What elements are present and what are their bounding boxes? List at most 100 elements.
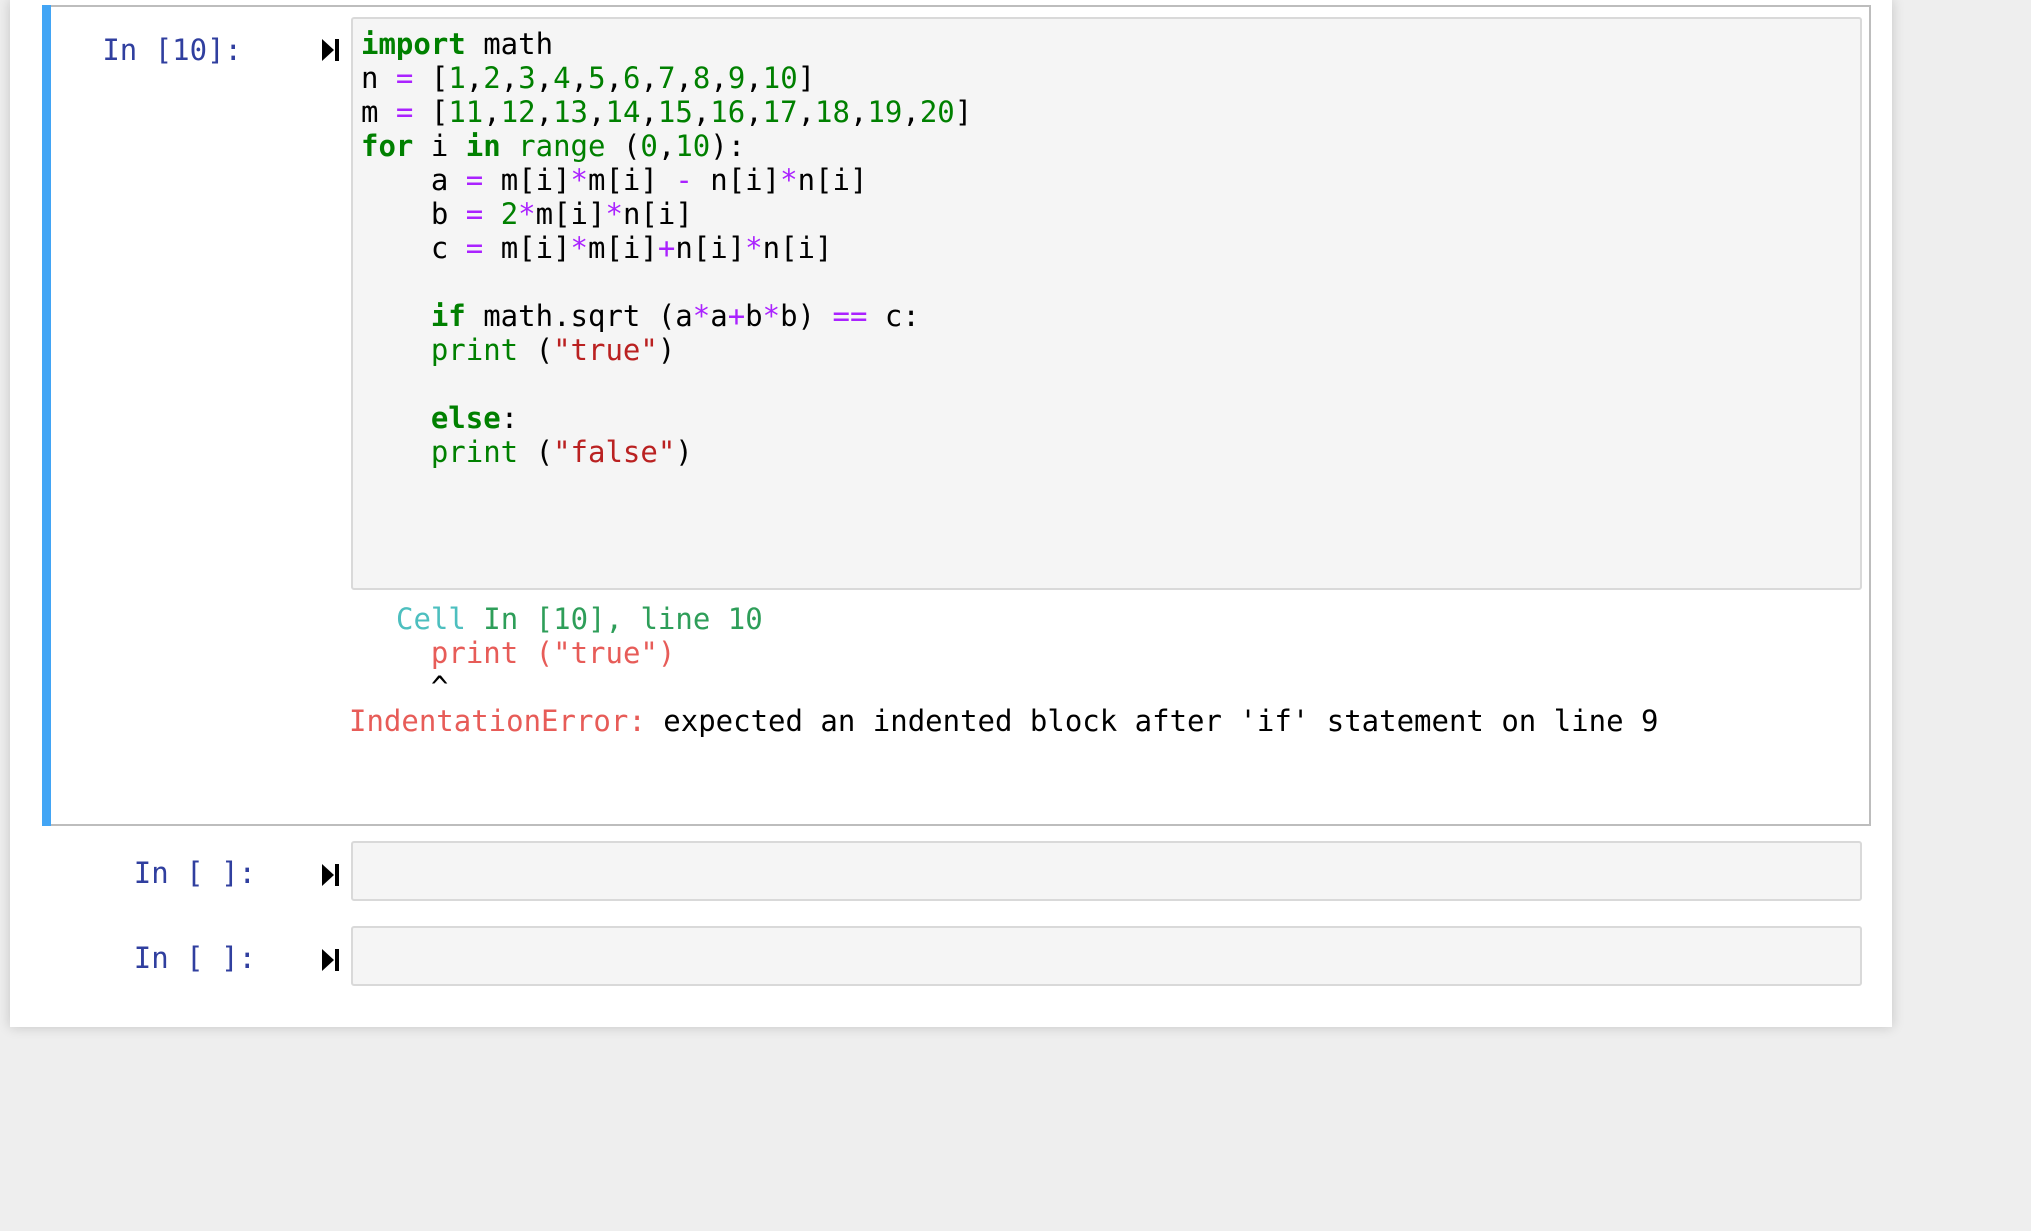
notebook-container: In [10]: import math n = [1,2,3,4,5,6,7,… (10, 0, 1892, 1027)
run-cell-icon[interactable] (320, 862, 342, 888)
code-editor[interactable]: import math n = [1,2,3,4,5,6,7,8,9,10] m… (351, 17, 1862, 590)
code-editor[interactable] (351, 841, 1862, 901)
code-line: a = m[i]*m[i] - n[i]*n[i] (361, 163, 868, 197)
code-token: + (727, 299, 746, 333)
code-token: = (395, 61, 414, 95)
traceback-caret: ^ (396, 670, 449, 704)
code-line: if math.sqrt (a*a+b*b) == c: (361, 299, 920, 333)
code-token: "true" (553, 333, 658, 367)
code-token: , (605, 61, 623, 95)
traceback-cell-label: Cell (396, 602, 466, 636)
code-token: 16 (710, 95, 746, 129)
code-token: m[i] (483, 231, 571, 265)
code-line: m = [11,12,13,14,15,16,17,18,19,20] (361, 95, 972, 129)
code-token: for (361, 129, 414, 163)
code-token: 5 (588, 61, 606, 95)
traceback-line-ref: In [10], line 10 (465, 602, 763, 636)
code-token: in (465, 129, 501, 163)
code-token: n[i] (692, 163, 781, 197)
code-token: 10 (762, 61, 798, 95)
code-token: , (657, 129, 676, 163)
code-token: , (710, 61, 728, 95)
code-token: ): (710, 129, 746, 163)
code-token: c: (867, 299, 920, 333)
code-token: ( (518, 435, 554, 469)
code-token: b (361, 197, 466, 231)
traceback-code-line: print ("true") (396, 636, 676, 670)
code-token: 2 (483, 61, 501, 95)
code-token: 18 (815, 95, 850, 129)
code-token: range (518, 129, 606, 163)
code-token: * (692, 299, 711, 333)
code-token: 11 (448, 95, 484, 129)
code-token: - (675, 163, 693, 197)
code-token: [ (413, 61, 449, 95)
code-token: , (640, 61, 658, 95)
code-token: * (605, 197, 623, 231)
code-editor[interactable] (351, 926, 1862, 986)
code-token: m[i] (588, 231, 658, 265)
code-line: print ("false") (361, 435, 693, 469)
code-token: = (395, 95, 414, 129)
code-cell-empty[interactable]: In [ ]: (42, 923, 1871, 993)
code-token: , (483, 95, 501, 129)
code-token: math.sqrt (a (465, 299, 693, 333)
code-line: for i in range (0,10): (361, 129, 745, 163)
code-token: c (361, 231, 466, 265)
code-token: 13 (553, 95, 589, 129)
code-token: , (745, 95, 763, 129)
code-token: b) (780, 299, 833, 333)
code-token: == (832, 299, 868, 333)
code-token: "false" (553, 435, 676, 469)
code-token: m (361, 95, 396, 129)
code-token: print (430, 333, 519, 367)
code-token: * (762, 299, 781, 333)
code-token: , (535, 61, 554, 95)
code-token: 4 (553, 61, 571, 95)
code-token: n[i] (797, 163, 868, 197)
code-token: 9 (727, 61, 746, 95)
code-token: ) (675, 435, 693, 469)
error-message: expected an indented block after 'if' st… (645, 704, 1659, 738)
code-token: 14 (605, 95, 641, 129)
error-name: IndentationError: (349, 704, 646, 738)
code-token: n (361, 61, 396, 95)
code-token: 10 (675, 129, 711, 163)
run-cell-icon[interactable] (320, 37, 342, 63)
input-prompt: In [10]: (102, 33, 242, 67)
code-cell-empty[interactable]: In [ ]: (42, 838, 1871, 908)
code-token: 12 (500, 95, 536, 129)
code-token: if (430, 299, 466, 333)
code-line: else: (361, 401, 518, 435)
code-token: = (465, 163, 484, 197)
run-cell-icon[interactable] (320, 947, 342, 973)
code-token: m[i] (535, 197, 606, 231)
code-token: = (465, 231, 484, 265)
error-message-line: IndentationError: expected an indented b… (349, 704, 1658, 738)
code-token: 2 (500, 197, 519, 231)
code-token: i (413, 129, 466, 163)
code-token: a (361, 163, 466, 197)
code-token: print (430, 435, 519, 469)
code-token: * (780, 163, 798, 197)
code-token: * (570, 231, 589, 265)
code-cell-selected[interactable]: In [10]: import math n = [1,2,3,4,5,6,7,… (42, 5, 1871, 826)
code-token: ] (954, 95, 973, 129)
input-prompt: In [ ]: (133, 856, 256, 890)
code-line: n = [1,2,3,4,5,6,7,8,9,10] (361, 61, 815, 95)
code-token: , (692, 95, 711, 129)
code-token: b (745, 299, 763, 333)
code-token: = (465, 197, 484, 231)
code-token: 3 (518, 61, 536, 95)
code-token: * (518, 197, 536, 231)
code-token: n[i] (675, 231, 746, 265)
code-token: else (430, 401, 501, 435)
code-text[interactable]: import math n = [1,2,3,4,5,6,7,8,9,10] m… (361, 27, 972, 469)
error-output: Cell In [10], line 10 print ("true") ^ (396, 602, 763, 704)
code-token: n[i] (762, 231, 833, 265)
